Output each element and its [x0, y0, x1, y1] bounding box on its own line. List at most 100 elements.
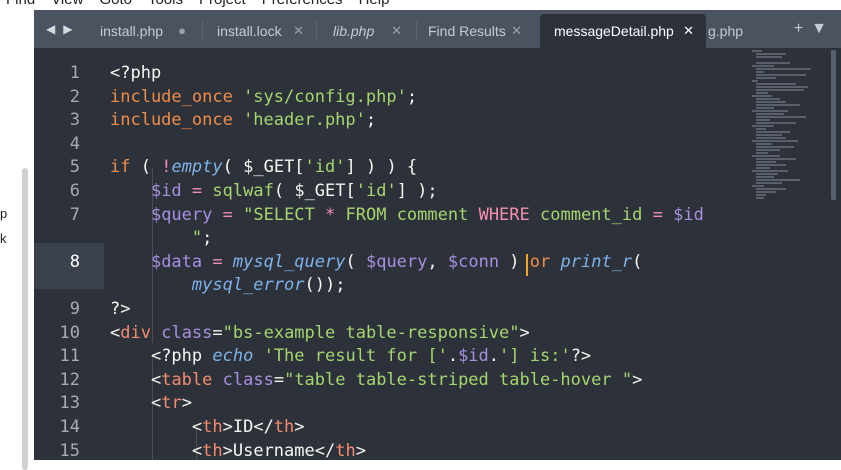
minimap-line: [756, 92, 768, 94]
minimap-line: [756, 149, 780, 151]
minimap-line: [756, 74, 806, 76]
minimap-line: [752, 125, 774, 127]
menu-tools[interactable]: Tools: [148, 0, 183, 9]
code-line: <?php: [110, 63, 161, 83]
minimap-line: [756, 143, 772, 145]
minimap-line: [752, 155, 780, 157]
vertical-scrollbar[interactable]: [831, 50, 836, 200]
minimap-line: [756, 179, 800, 181]
code-token: print_r: [560, 251, 633, 272]
minimap[interactable]: [752, 50, 830, 210]
minimap-line: [756, 107, 774, 109]
tab-messagedetail-php[interactable]: messageDetail.php ✕: [540, 14, 706, 48]
minimap-line: [756, 182, 782, 184]
tab-lib-php[interactable]: lib.php ✕: [318, 14, 414, 48]
code-token: $query: [150, 204, 213, 225]
close-icon[interactable]: ✕: [391, 23, 402, 39]
line-number: 2: [69, 86, 80, 107]
minimap-line: [752, 170, 788, 172]
minimap-line: [756, 71, 764, 73]
minimap-line: [756, 53, 786, 55]
minimap-line: [756, 86, 808, 88]
code-area[interactable]: 1 2 3 4 5 6 7 8 9 10 11 12 13 14 15 <?php include_once …: [34, 48, 824, 461]
tab-menu-icon[interactable]: ▼: [811, 20, 827, 38]
tab-install-lock[interactable]: install.lock ✕: [204, 14, 316, 48]
code-token: comment: [396, 204, 479, 225]
code-token: tr: [161, 393, 182, 414]
code-line: ?>: [110, 299, 130, 319]
minimap-line: [756, 119, 770, 121]
menu-help[interactable]: Help: [359, 0, 390, 9]
menu-goto[interactable]: Goto: [99, 0, 132, 9]
code-token: th: [335, 440, 356, 461]
tab-scroll-left-icon[interactable]: ◀: [46, 22, 55, 36]
code-line: $id = sqlwaf( $_GET['id'] );: [110, 181, 438, 201]
tab-bar: ◀ ▶ install.php ● install.lock ✕ lib.php…: [34, 10, 841, 48]
minimap-line: [752, 95, 772, 97]
line-number: 15: [59, 440, 80, 461]
code-token: >Username</: [222, 440, 336, 461]
minimap-line: [756, 176, 774, 178]
code-token: "bs-example table-responsive": [222, 322, 520, 343]
code-line: <?php echo 'The result for ['.$id.'] is:…: [110, 346, 591, 366]
menu-preferences[interactable]: Preferences: [262, 0, 343, 9]
code-token: >: [632, 369, 643, 390]
code-token: =: [273, 369, 285, 390]
background-scrollbar[interactable]: [22, 168, 28, 470]
code-token: empty: [171, 157, 223, 178]
code-token: class: [222, 369, 274, 390]
line-number: 3: [69, 110, 80, 131]
tab-g-php[interactable]: g.php: [706, 14, 746, 48]
code-token: =: [652, 204, 663, 225]
tab-separator: [316, 21, 317, 41]
minimap-line: [756, 131, 790, 133]
code-token: mysql_query: [232, 251, 346, 272]
line-number: 8: [69, 251, 80, 272]
close-icon[interactable]: ✕: [683, 23, 694, 39]
minimap-line: [756, 191, 776, 193]
editor-window: ◀ ▶ install.php ● install.lock ✕ lib.php…: [34, 10, 841, 461]
tab-label: install.lock: [217, 23, 282, 39]
code-token: 'id': [304, 157, 346, 178]
close-icon[interactable]: ✕: [293, 23, 304, 39]
code-line: $query = "SELECT * FROM comment WHERE co…: [110, 205, 704, 225]
menu-find[interactable]: Find: [6, 0, 35, 9]
code-token: include_once: [110, 110, 244, 131]
code-token: .: [447, 346, 459, 367]
tab-scroll-right-icon[interactable]: ▶: [63, 22, 72, 36]
code-token: (: [130, 157, 162, 178]
code-token: 'id': [355, 181, 397, 201]
line-number: 11: [59, 346, 80, 367]
code-line: ";: [110, 228, 213, 248]
line-number: 13: [59, 393, 80, 414]
code-token: ] ) ) {: [345, 157, 418, 178]
minimap-line: [752, 65, 774, 67]
tab-find-results[interactable]: Find Results ✕: [418, 14, 534, 48]
code-token: '] is:': [499, 346, 571, 367]
menu-project[interactable]: Project: [199, 0, 246, 9]
menu-view[interactable]: View: [51, 0, 83, 9]
minimap-line: [756, 56, 782, 58]
code-token: if: [110, 157, 131, 178]
code-token: >ID</: [222, 417, 274, 437]
minimap-line: [756, 83, 796, 85]
tab-install-php[interactable]: install.php ●: [86, 14, 198, 48]
line-number: 12: [59, 369, 80, 390]
code-token: <?php: [110, 63, 162, 83]
code-line: <th>Username</th>: [110, 441, 366, 461]
code-line: mysql_error());: [110, 275, 346, 295]
code-token: $id: [458, 346, 489, 367]
new-tab-icon[interactable]: +: [794, 20, 803, 38]
close-icon[interactable]: ✕: [511, 23, 522, 39]
dirty-dot-icon[interactable]: ●: [178, 23, 186, 38]
code-token: ] );: [396, 181, 438, 201]
